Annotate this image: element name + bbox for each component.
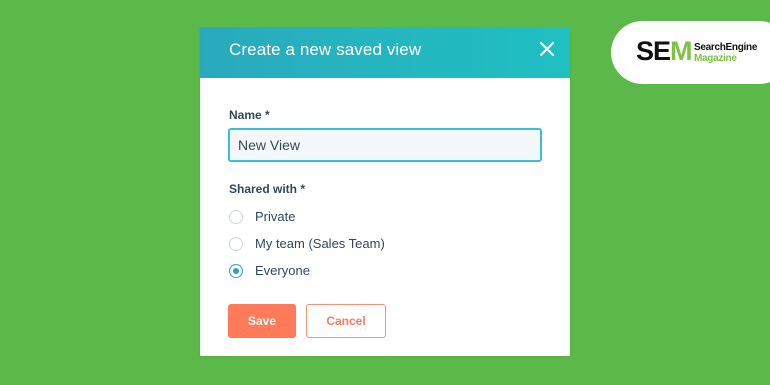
logo-text-line2: Magazine	[694, 53, 737, 64]
name-label: Name *	[229, 108, 270, 122]
radio-everyone-label: Everyone	[255, 263, 310, 278]
radio-my-team[interactable]: My team (Sales Team)	[229, 234, 385, 254]
dialog-header: Create a new saved view	[200, 27, 570, 78]
brand-logo: SEM SearchEngine Magazine	[611, 21, 770, 84]
radio-private-circle[interactable]	[229, 210, 243, 224]
logo-mark-e: E	[653, 36, 671, 66]
close-icon	[540, 42, 554, 56]
radio-private[interactable]: Private	[229, 207, 295, 227]
cancel-button[interactable]: Cancel	[306, 304, 386, 338]
save-view-dialog: Create a new saved view Name * Shared wi…	[200, 27, 570, 356]
dialog-title: Create a new saved view	[229, 40, 422, 59]
close-button[interactable]	[538, 40, 556, 58]
logo-mark: SEM	[636, 36, 693, 66]
radio-everyone[interactable]: Everyone	[229, 261, 310, 281]
radio-private-label: Private	[255, 209, 296, 224]
logo-mark-m: M	[670, 36, 692, 66]
radio-everyone-circle[interactable]	[229, 264, 243, 278]
radio-my-team-label: My team (Sales Team)	[255, 236, 385, 251]
radio-my-team-circle[interactable]	[229, 237, 243, 251]
logo-mark-s: S	[636, 36, 654, 66]
save-button[interactable]: Save	[228, 304, 296, 338]
name-input[interactable]	[228, 128, 542, 162]
shared-with-label: Shared with *	[229, 182, 306, 196]
logo-text-line1: SearchEngine	[694, 42, 758, 53]
